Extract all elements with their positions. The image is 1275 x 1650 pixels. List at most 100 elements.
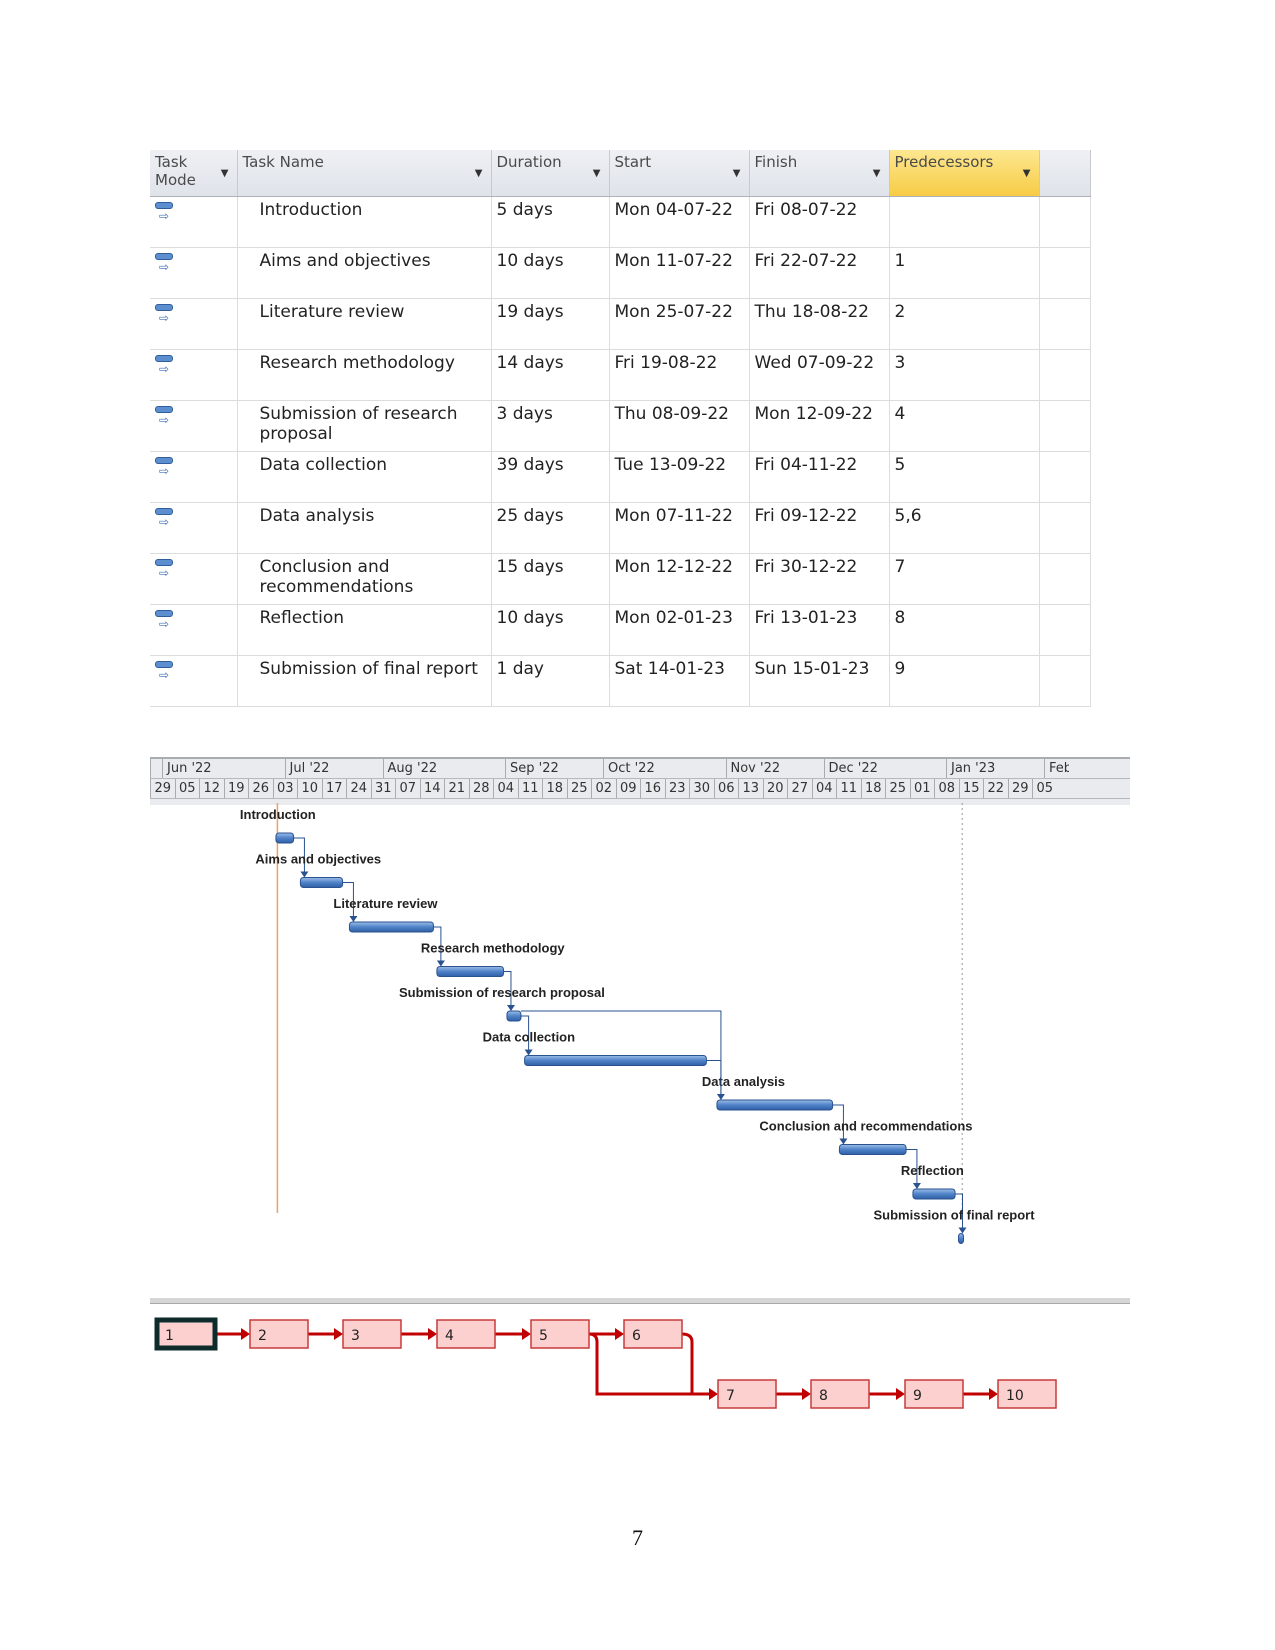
task-name-cell[interactable]: Data collection: [237, 451, 492, 503]
task-mode-cell[interactable]: ⇨: [150, 298, 238, 350]
predecessors-cell[interactable]: 8: [889, 604, 1040, 656]
table-row[interactable]: ⇨ Data analysis 25 days Mon 07-11-22 Fri…: [150, 502, 1091, 554]
gantt-bar[interactable]: [436, 966, 505, 977]
task-name-cell[interactable]: Aims and objectives: [237, 247, 492, 299]
gantt-bar[interactable]: [958, 1233, 964, 1244]
duration-cell[interactable]: 3 days: [491, 400, 610, 452]
table-row[interactable]: ⇨ Research methodology 14 days Fri 19-08…: [150, 349, 1091, 401]
dropdown-arrow-icon[interactable]: ▼: [873, 168, 881, 179]
start-cell[interactable]: Tue 13-09-22: [609, 451, 750, 503]
duration-cell[interactable]: 1 day: [491, 655, 610, 707]
gantt-bar[interactable]: [506, 1010, 522, 1022]
duration-cell[interactable]: 39 days: [491, 451, 610, 503]
task-name-cell[interactable]: Data analysis: [237, 502, 492, 554]
dropdown-arrow-icon[interactable]: ▼: [593, 168, 601, 179]
duration-cell[interactable]: 25 days: [491, 502, 610, 554]
finish-cell[interactable]: Fri 22-07-22: [749, 247, 890, 299]
column-header-start[interactable]: Start ▼: [609, 150, 750, 197]
dropdown-arrow-icon[interactable]: ▼: [1023, 168, 1031, 179]
dropdown-arrow-icon[interactable]: ▼: [221, 168, 229, 179]
start-cell[interactable]: Mon 04-07-22: [609, 196, 750, 248]
predecessors-cell[interactable]: 1: [889, 247, 1040, 299]
column-header-task-name[interactable]: Task Name ▼: [237, 150, 492, 197]
duration-cell[interactable]: 10 days: [491, 604, 610, 656]
dropdown-arrow-icon[interactable]: ▼: [733, 168, 741, 179]
table-row[interactable]: ⇨ Conclusion and recommendations 15 days…: [150, 553, 1091, 605]
table-row[interactable]: ⇨ Data collection 39 days Tue 13-09-22 F…: [150, 451, 1091, 503]
finish-cell[interactable]: Fri 09-12-22: [749, 502, 890, 554]
task-name-cell[interactable]: Research methodology: [237, 349, 492, 401]
predecessors-cell[interactable]: 5,6: [889, 502, 1040, 554]
start-cell[interactable]: Mon 07-11-22: [609, 502, 750, 554]
finish-cell[interactable]: Mon 12-09-22: [749, 400, 890, 452]
start-cell[interactable]: Mon 11-07-22: [609, 247, 750, 299]
gantt-bar-label: Introduction: [240, 807, 316, 822]
task-mode-cell[interactable]: ⇨: [150, 604, 238, 656]
task-mode-cell[interactable]: ⇨: [150, 451, 238, 503]
finish-cell[interactable]: Fri 08-07-22: [749, 196, 890, 248]
gantt-bar[interactable]: [299, 877, 344, 888]
finish-cell[interactable]: Thu 18-08-22: [749, 298, 890, 350]
start-cell[interactable]: Mon 12-12-22: [609, 553, 750, 605]
week-label: 10: [297, 779, 322, 798]
task-mode-cell[interactable]: ⇨: [150, 553, 238, 605]
table-row[interactable]: ⇨ Aims and objectives 10 days Mon 11-07-…: [150, 247, 1091, 299]
timescale-lead: [150, 759, 162, 778]
gantt-bar[interactable]: [716, 1099, 834, 1111]
column-header-duration[interactable]: Duration ▼: [491, 150, 610, 197]
start-cell[interactable]: Mon 25-07-22: [609, 298, 750, 350]
task-name-cell[interactable]: Literature review: [237, 298, 492, 350]
start-cell[interactable]: Mon 02-01-23: [609, 604, 750, 656]
gantt-bar[interactable]: [348, 921, 434, 933]
duration-cell[interactable]: 14 days: [491, 349, 610, 401]
gantt-bar[interactable]: [275, 832, 295, 844]
task-mode-cell[interactable]: ⇨: [150, 247, 238, 299]
network-node-label: 10: [1006, 1388, 1024, 1404]
task-name-cell[interactable]: Submission of final report: [237, 655, 492, 707]
task-name-cell[interactable]: Reflection: [237, 604, 492, 656]
duration-cell[interactable]: 10 days: [491, 247, 610, 299]
table-row[interactable]: ⇨ Reflection 10 days Mon 02-01-23 Fri 13…: [150, 604, 1091, 656]
table-row[interactable]: ⇨ Literature review 19 days Mon 25-07-22…: [150, 298, 1091, 350]
network-arrow-icon: [241, 1328, 250, 1340]
duration-cell[interactable]: 19 days: [491, 298, 610, 350]
column-header-add[interactable]: [1039, 150, 1091, 197]
pane-splitter[interactable]: [150, 1298, 1130, 1304]
task-name-cell[interactable]: Conclusion and recommendations: [237, 553, 492, 605]
predecessors-cell[interactable]: 2: [889, 298, 1040, 350]
start-cell[interactable]: Thu 08-09-22: [609, 400, 750, 452]
task-name-cell[interactable]: Introduction: [237, 196, 492, 248]
start-cell[interactable]: Fri 19-08-22: [609, 349, 750, 401]
column-header-task-mode[interactable]: Task Mode ▼: [150, 150, 238, 197]
task-mode-cell[interactable]: ⇨: [150, 655, 238, 707]
predecessors-cell[interactable]: 7: [889, 553, 1040, 605]
duration-cell[interactable]: 15 days: [491, 553, 610, 605]
network-arrow-icon: [522, 1328, 531, 1340]
predecessors-cell[interactable]: 3: [889, 349, 1040, 401]
dropdown-arrow-icon[interactable]: ▼: [475, 168, 483, 179]
task-name-cell[interactable]: Submission of research proposal: [237, 400, 492, 452]
finish-cell[interactable]: Fri 30-12-22: [749, 553, 890, 605]
predecessors-cell[interactable]: [889, 196, 1040, 248]
task-mode-cell[interactable]: ⇨: [150, 349, 238, 401]
gantt-bar[interactable]: [912, 1188, 956, 1200]
duration-cell[interactable]: 5 days: [491, 196, 610, 248]
finish-cell[interactable]: Fri 13-01-23: [749, 604, 890, 656]
gantt-bar[interactable]: [838, 1144, 907, 1155]
table-row[interactable]: ⇨ Introduction 5 days Mon 04-07-22 Fri 0…: [150, 196, 1091, 248]
task-mode-cell[interactable]: ⇨: [150, 502, 238, 554]
column-header-predecessors[interactable]: Predecessors ▼: [889, 150, 1040, 197]
finish-cell[interactable]: Sun 15-01-23: [749, 655, 890, 707]
finish-cell[interactable]: Wed 07-09-22: [749, 349, 890, 401]
predecessors-cell[interactable]: 9: [889, 655, 1040, 707]
finish-cell[interactable]: Fri 04-11-22: [749, 451, 890, 503]
column-header-finish[interactable]: Finish ▼: [749, 150, 890, 197]
task-mode-cell[interactable]: ⇨: [150, 400, 238, 452]
predecessors-cell[interactable]: 5: [889, 451, 1040, 503]
task-mode-cell[interactable]: ⇨: [150, 196, 238, 248]
start-cell[interactable]: Sat 14-01-23: [609, 655, 750, 707]
table-row[interactable]: ⇨ Submission of final report 1 day Sat 1…: [150, 655, 1091, 707]
predecessors-cell[interactable]: 4: [889, 400, 1040, 452]
gantt-bar[interactable]: [524, 1055, 707, 1066]
table-row[interactable]: ⇨ Submission of research proposal 3 days…: [150, 400, 1091, 452]
